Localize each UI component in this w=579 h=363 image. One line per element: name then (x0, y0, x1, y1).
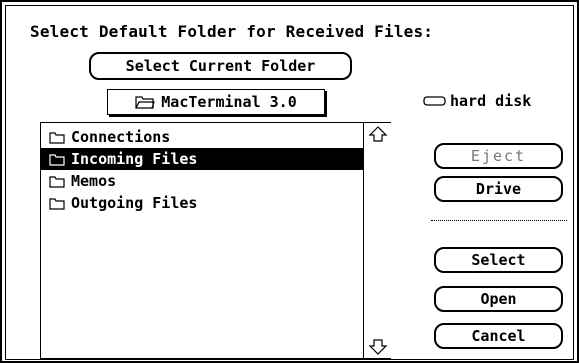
select-button[interactable]: Select (434, 247, 563, 273)
cancel-button[interactable]: Cancel (434, 323, 563, 349)
list-item-label: Connections (71, 128, 171, 146)
button-separator (431, 220, 567, 221)
open-folder-icon (135, 95, 156, 109)
drive-button[interactable]: Drive (434, 176, 563, 202)
eject-button[interactable]: Eject (434, 143, 563, 169)
select-current-folder-button[interactable]: Select Current Folder (89, 52, 352, 80)
hard-disk-icon (423, 96, 447, 106)
list-item-label: Outgoing Files (71, 194, 198, 212)
disk-name: hard disk (450, 92, 532, 110)
dialog-body: Select Default Folder for Received Files… (5, 5, 574, 360)
file-list[interactable]: Connections Incoming Files Memos Outgoin… (40, 122, 391, 359)
dialog-title: Select Default Folder for Received Files… (30, 22, 434, 41)
current-folder-label: MacTerminal 3.0 (161, 93, 297, 111)
list-item-incoming-files[interactable]: Incoming Files (41, 148, 363, 170)
dialog-frame: Select Default Folder for Received Files… (0, 0, 579, 363)
folder-icon (49, 197, 65, 210)
folder-icon (49, 153, 65, 166)
scroll-down-arrow-icon[interactable] (364, 336, 391, 358)
file-list-body: Connections Incoming Files Memos Outgoin… (41, 123, 363, 358)
open-button[interactable]: Open (434, 286, 563, 312)
vertical-scrollbar[interactable] (363, 123, 391, 358)
list-item-memos[interactable]: Memos (41, 170, 363, 192)
list-item-label: Memos (71, 172, 117, 190)
folder-icon (49, 175, 65, 188)
list-item-outgoing-files[interactable]: Outgoing Files (41, 192, 363, 214)
scroll-up-arrow-icon[interactable] (364, 123, 391, 145)
disk-indicator: hard disk (423, 92, 531, 110)
list-item-label: Incoming Files (71, 150, 198, 168)
folder-icon (49, 131, 65, 144)
list-item-connections[interactable]: Connections (41, 126, 363, 148)
current-folder-popup[interactable]: MacTerminal 3.0 (107, 89, 325, 115)
